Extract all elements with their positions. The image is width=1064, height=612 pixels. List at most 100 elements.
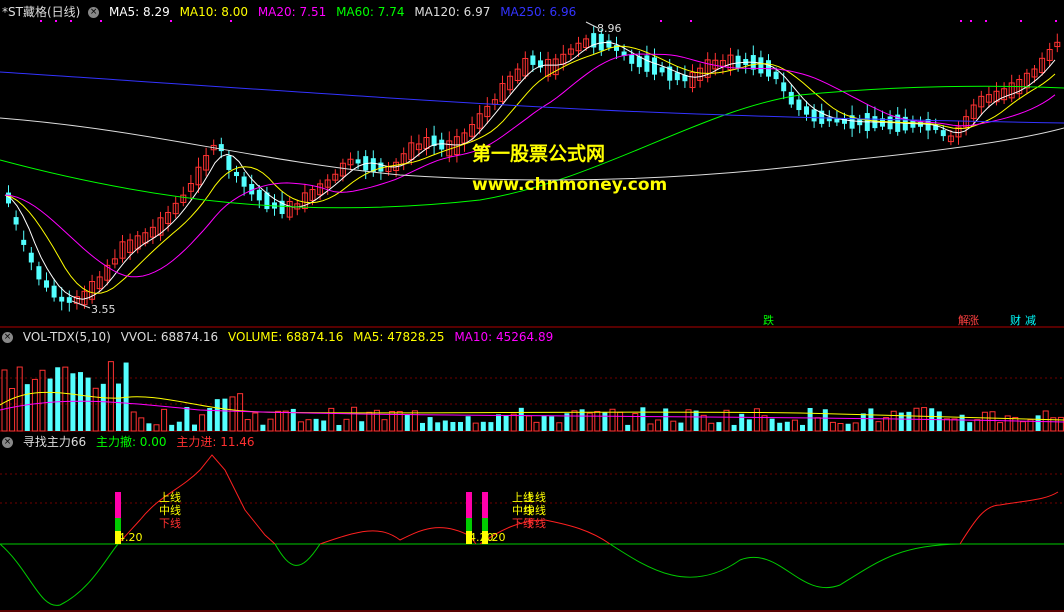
event-tag-rise[interactable]: 涨 — [968, 312, 979, 328]
volume-bar-down — [404, 414, 410, 431]
volume-bar-up — [92, 387, 99, 432]
signal-mid-line-a: 中线 — [159, 504, 181, 517]
candle-down — [241, 176, 247, 187]
volume-bar-up — [275, 410, 282, 432]
signal-bar-green — [482, 518, 488, 531]
marker-dot — [960, 20, 962, 22]
volume-bar-up — [305, 419, 312, 432]
volume-bar-up — [951, 418, 958, 432]
volume-bar-up — [161, 408, 168, 432]
volume-bar-up — [472, 422, 479, 432]
volume-bar-up — [989, 411, 996, 432]
volume-bar-down — [518, 407, 524, 431]
volume-bar-up — [9, 387, 16, 432]
signal-up-line-a: 上线 — [159, 491, 181, 504]
volume-bar-down — [807, 407, 813, 431]
volume-bar-down — [541, 415, 547, 431]
volume-bar-up — [282, 410, 289, 432]
volume-bar-down — [480, 421, 486, 431]
volume-bar-down — [55, 367, 61, 431]
marker-dot — [985, 20, 987, 22]
stock-title[interactable]: *ST藏格(日线) — [2, 5, 80, 19]
volume-bar-up — [852, 422, 859, 432]
volume-bar-down — [450, 422, 456, 431]
candle-down — [652, 57, 657, 75]
volume-bar-up — [829, 421, 836, 432]
vol-ma10-label: MA10: 45264.89 — [454, 330, 554, 344]
volume-bar-down — [625, 424, 631, 431]
watermark-url[interactable]: www.chnmoney.com — [472, 175, 667, 195]
signal-down-line-a: 下线 — [159, 517, 181, 530]
volume-bar-up — [31, 378, 38, 432]
candle-down — [773, 71, 779, 80]
candle-down — [644, 55, 650, 72]
signal-down-line-c: 下线 — [524, 517, 546, 530]
ma5-label: MA5: 8.29 — [108, 5, 170, 19]
volume-bar-up — [328, 407, 335, 432]
volume-bar-up — [199, 414, 206, 432]
volume-bar-down — [496, 414, 501, 431]
marker-dot — [970, 20, 972, 22]
main-enter-label: 主力进: 11.46 — [176, 435, 255, 449]
candle-down — [218, 144, 224, 152]
watermark-title: 第一股票公式网 — [472, 143, 606, 165]
ma20-label: MA20: 7.51 — [257, 5, 327, 19]
volume-bar-down — [222, 398, 228, 431]
volume-bar-down — [868, 408, 874, 431]
close-signal-icon[interactable]: × — [2, 437, 13, 448]
volume-bar-down — [822, 409, 828, 431]
volume-bar-down — [321, 420, 327, 431]
main-force-line — [959, 491, 1059, 545]
volume-bar-down — [906, 411, 912, 431]
volume-bar-up — [883, 417, 890, 432]
candle-down — [735, 55, 741, 69]
signal-bar-green — [115, 518, 121, 531]
volume-bar-down — [435, 422, 441, 431]
volume-bar-down — [845, 423, 851, 431]
event-tag-fall[interactable]: 跌 — [763, 312, 774, 328]
volume-label: VOLUME: 68874.16 — [227, 330, 344, 344]
volume-bar-down — [739, 413, 745, 431]
signal-title[interactable]: 寻找主力66 — [23, 435, 86, 449]
candle-down — [788, 91, 794, 105]
candle-down — [629, 54, 635, 64]
candle-down — [530, 55, 536, 65]
marker-dot — [660, 20, 662, 22]
candle-down — [781, 82, 787, 92]
candle-down — [439, 139, 445, 150]
ma60-label: MA60: 7.74 — [336, 5, 405, 19]
candle-down — [811, 109, 817, 122]
volume-bar-up — [525, 415, 532, 432]
event-tag-reduce[interactable]: 减 — [1025, 312, 1036, 328]
volume-bar-up — [229, 396, 236, 432]
event-tag-finance[interactable]: 财 — [1010, 312, 1021, 328]
volume-bar-down — [860, 413, 866, 431]
main-force-line — [319, 527, 477, 545]
volume-bar-up — [700, 414, 707, 432]
close-volume-icon[interactable]: × — [2, 332, 13, 343]
volume-bar-up — [138, 417, 145, 432]
volume-bar-up — [244, 419, 251, 432]
volume-bar-up — [594, 410, 601, 432]
volume-bar-down — [214, 399, 220, 431]
ma5-line — [4, 41, 1056, 300]
volume-bar-up — [617, 411, 624, 432]
close-indicator-icon[interactable]: × — [88, 7, 100, 18]
ma10-label: MA10: 8.00 — [179, 5, 248, 19]
volume-panel-header: × VOL-TDX(5,10) VVOL: 68874.16 VOLUME: 6… — [2, 329, 559, 345]
volume-title[interactable]: VOL-TDX(5,10) — [23, 330, 111, 344]
volume-bar-down — [146, 423, 152, 431]
volume-bar-down — [176, 421, 182, 431]
volume-bar-up — [381, 419, 388, 432]
volume-bar-up — [1, 369, 8, 432]
withdraw-line — [0, 543, 119, 606]
volume-bar-up — [510, 413, 517, 432]
marker-dot — [1020, 20, 1022, 22]
volume-bar-down — [85, 377, 91, 431]
marker-dot — [1055, 20, 1057, 22]
volume-bar-up — [1012, 416, 1019, 432]
volume-bar-down — [184, 407, 190, 431]
candle-down — [796, 99, 802, 111]
volume-bar-up — [1042, 410, 1049, 432]
volume-bar-down — [731, 424, 737, 431]
